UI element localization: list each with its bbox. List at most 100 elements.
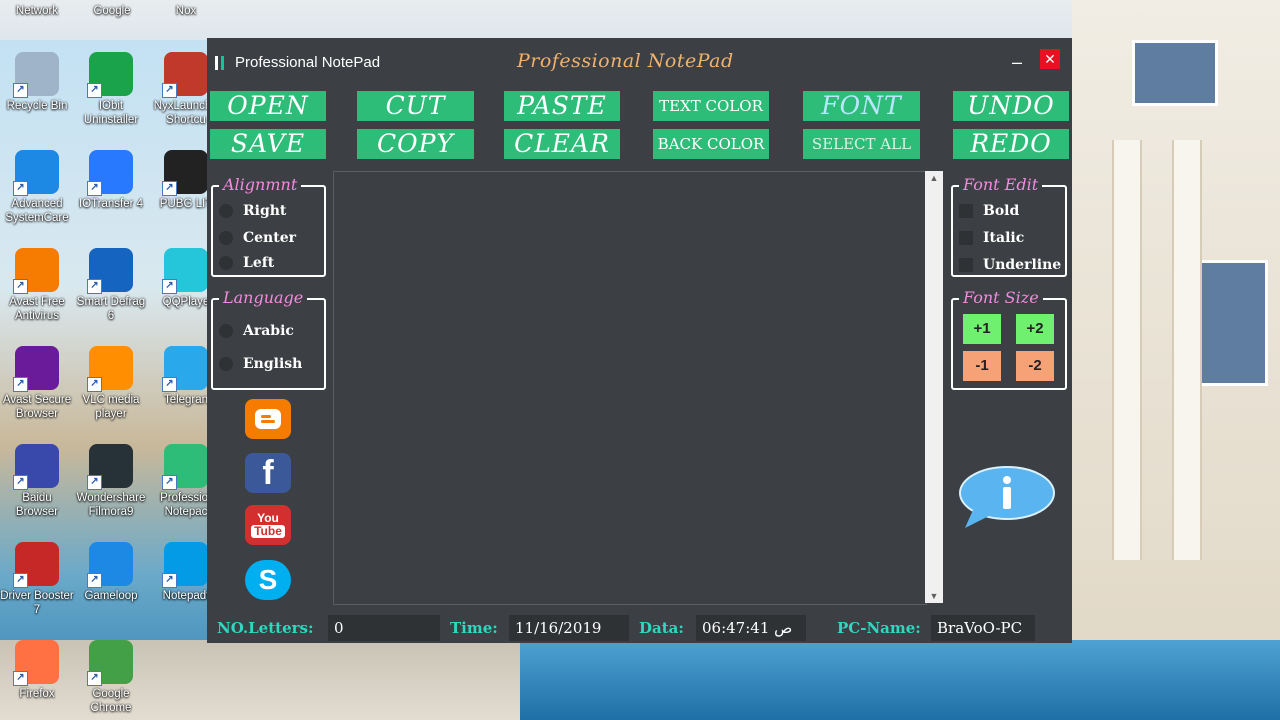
radio-icon (219, 256, 233, 270)
desktop-icon[interactable]: ↗ Baidu Browser (0, 444, 74, 519)
font-size-minus1-button[interactable]: -1 (963, 351, 1001, 381)
scroll-down-icon[interactable]: ▼ (925, 591, 943, 601)
align-center-radio[interactable]: Center (219, 228, 296, 248)
info-icon[interactable] (959, 466, 1055, 528)
shortcut-arrow-icon: ↗ (162, 279, 177, 294)
scroll-up-icon[interactable]: ▲ (925, 173, 943, 183)
alignment-title: Alignmnt (219, 175, 302, 195)
shortcut-arrow-icon: ↗ (87, 671, 102, 686)
desktop-icon[interactable]: ↗ Wondershare Filmora9 (74, 444, 148, 519)
close-button[interactable]: ✕ (1040, 49, 1060, 69)
text-color-button[interactable]: TEXT COLOR (653, 91, 769, 121)
language-english-radio[interactable]: English (219, 354, 302, 374)
font-button[interactable]: FONT (803, 91, 920, 121)
letters-label: NO.Letters: (217, 619, 314, 637)
firefox-icon: ↗ (13, 640, 59, 686)
underline-checkbox[interactable]: Underline (959, 255, 1061, 275)
text-editor-area[interactable] (333, 171, 927, 605)
shortcut-arrow-icon: ↗ (87, 181, 102, 196)
professional-notepad-icon: ↗ (162, 444, 208, 490)
language-title: Language (219, 288, 308, 308)
desktop-icon[interactable]: ↗ Firefox (0, 640, 74, 701)
skype-icon[interactable]: S (245, 560, 291, 600)
font-edit-title: Font Edit (959, 175, 1043, 195)
avast-browser-icon: ↗ (13, 346, 59, 392)
desktop-icon-label: Recycle Bin (6, 100, 68, 112)
desktop-icon[interactable]: ↗ Avast Free Antivirus (0, 248, 74, 323)
desktop-icon[interactable]: ↗ Recycle Bin (0, 52, 74, 113)
title-bar[interactable]: Professional NotePad Professional NotePa… (207, 38, 1072, 84)
bold-label: Bold (983, 203, 1020, 219)
save-button[interactable]: SAVE (210, 129, 326, 159)
open-button[interactable]: OPEN (210, 91, 326, 121)
telegram-icon: ↗ (162, 346, 208, 392)
desktop-icon[interactable]: ↗ Gameloop (74, 542, 148, 603)
pc-name-label: PC-Name: (837, 619, 921, 637)
font-size-minus2-button[interactable]: -2 (1016, 351, 1054, 381)
blogger-icon[interactable] (245, 399, 291, 439)
minimize-button[interactable]: – (1007, 52, 1027, 72)
paste-button[interactable]: PASTE (504, 91, 620, 121)
wallpaper-column (1172, 140, 1202, 560)
alignment-group: Alignmnt Right Center Left (211, 175, 326, 277)
date-value: 06:47:41 ص (696, 615, 806, 641)
window-title: Professional NotePad (235, 54, 381, 71)
desktop-icon-label: VLC media player (82, 394, 140, 420)
desktop-icon[interactable]: ↗ IObit Uninstaller (74, 52, 148, 127)
recycle-bin-icon: ↗ (13, 52, 59, 98)
desktop-label-google[interactable]: Google (75, 4, 149, 18)
language-arabic-radio[interactable]: Arabic (219, 321, 294, 341)
checkbox-icon (959, 204, 973, 218)
desktop-label-network[interactable]: Network (0, 4, 74, 18)
nyx-icon: ↗ (162, 52, 208, 98)
desktop-icon[interactable]: ↗ Avast Secure Browser (0, 346, 74, 421)
desktop-icon[interactable]: ↗ Driver Booster 7 (0, 542, 74, 617)
youtube-icon[interactable]: You Tube (245, 505, 291, 545)
desktop-icon-label: Avast Free Antivirus (9, 296, 65, 322)
desktop-icon-label: IObit Uninstaller (83, 100, 139, 126)
desktop-icon-label: Driver Booster 7 (0, 590, 74, 616)
desktop-icon-label: Baidu Browser (15, 492, 59, 518)
facebook-icon[interactable]: f (245, 453, 291, 493)
filmora-icon: ↗ (87, 444, 133, 490)
letters-count: 0 (328, 615, 440, 641)
italic-checkbox[interactable]: Italic (959, 228, 1024, 248)
desktop-icon-label: Wondershare Filmora9 (76, 492, 146, 518)
english-label: English (243, 356, 303, 372)
clear-button[interactable]: CLEAR (504, 129, 620, 159)
align-left-radio[interactable]: Left (219, 253, 274, 273)
editor-scrollbar[interactable]: ▲ ▼ (925, 171, 943, 603)
checkbox-icon (959, 258, 973, 272)
desktop-icon[interactable]: ↗ Google Chrome (74, 640, 148, 715)
notepad-icon: ↗ (162, 542, 208, 588)
bold-checkbox[interactable]: Bold (959, 201, 1019, 221)
font-size-plus1-button[interactable]: +1 (963, 314, 1001, 344)
font-size-plus2-button[interactable]: +2 (1016, 314, 1054, 344)
avast-icon: ↗ (13, 248, 59, 294)
desktop-icon[interactable]: ↗ Smart Defrag 6 (74, 248, 148, 323)
vlc-icon: ↗ (87, 346, 133, 392)
radio-icon (219, 357, 233, 371)
desktop-icon[interactable]: ↗ IOTransfer 4 (74, 150, 148, 211)
align-right-radio[interactable]: Right (219, 201, 286, 221)
desktop-icon-label: Avast Secure Browser (2, 394, 72, 420)
undo-button[interactable]: UNDO (953, 91, 1069, 121)
align-left-label: Left (243, 255, 275, 271)
desktop-icon[interactable]: ↗ VLC media player (74, 346, 148, 421)
desktop-icon[interactable]: ↗ Advanced SystemCare (0, 150, 74, 225)
select-all-button[interactable]: SELECT ALL (803, 129, 920, 159)
font-size-group: Font Size +1 +2 -1 -2 (951, 288, 1067, 390)
shortcut-arrow-icon: ↗ (13, 181, 28, 196)
smart-defrag-icon: ↗ (87, 248, 133, 294)
desktop-label-nox[interactable]: Nox (149, 4, 223, 18)
redo-button[interactable]: REDO (953, 129, 1069, 159)
shortcut-arrow-icon: ↗ (87, 573, 102, 588)
advanced-systemcare-icon: ↗ (13, 150, 59, 196)
font-edit-group: Font Edit Bold Italic Underline (951, 175, 1067, 277)
back-color-button[interactable]: BACK COLOR (653, 129, 769, 159)
cut-button[interactable]: CUT (357, 91, 474, 121)
desktop-icon-label: Gameloop (84, 590, 138, 602)
copy-button[interactable]: COPY (357, 129, 474, 159)
italic-label: Italic (983, 230, 1025, 246)
wallpaper-column (1112, 140, 1142, 560)
